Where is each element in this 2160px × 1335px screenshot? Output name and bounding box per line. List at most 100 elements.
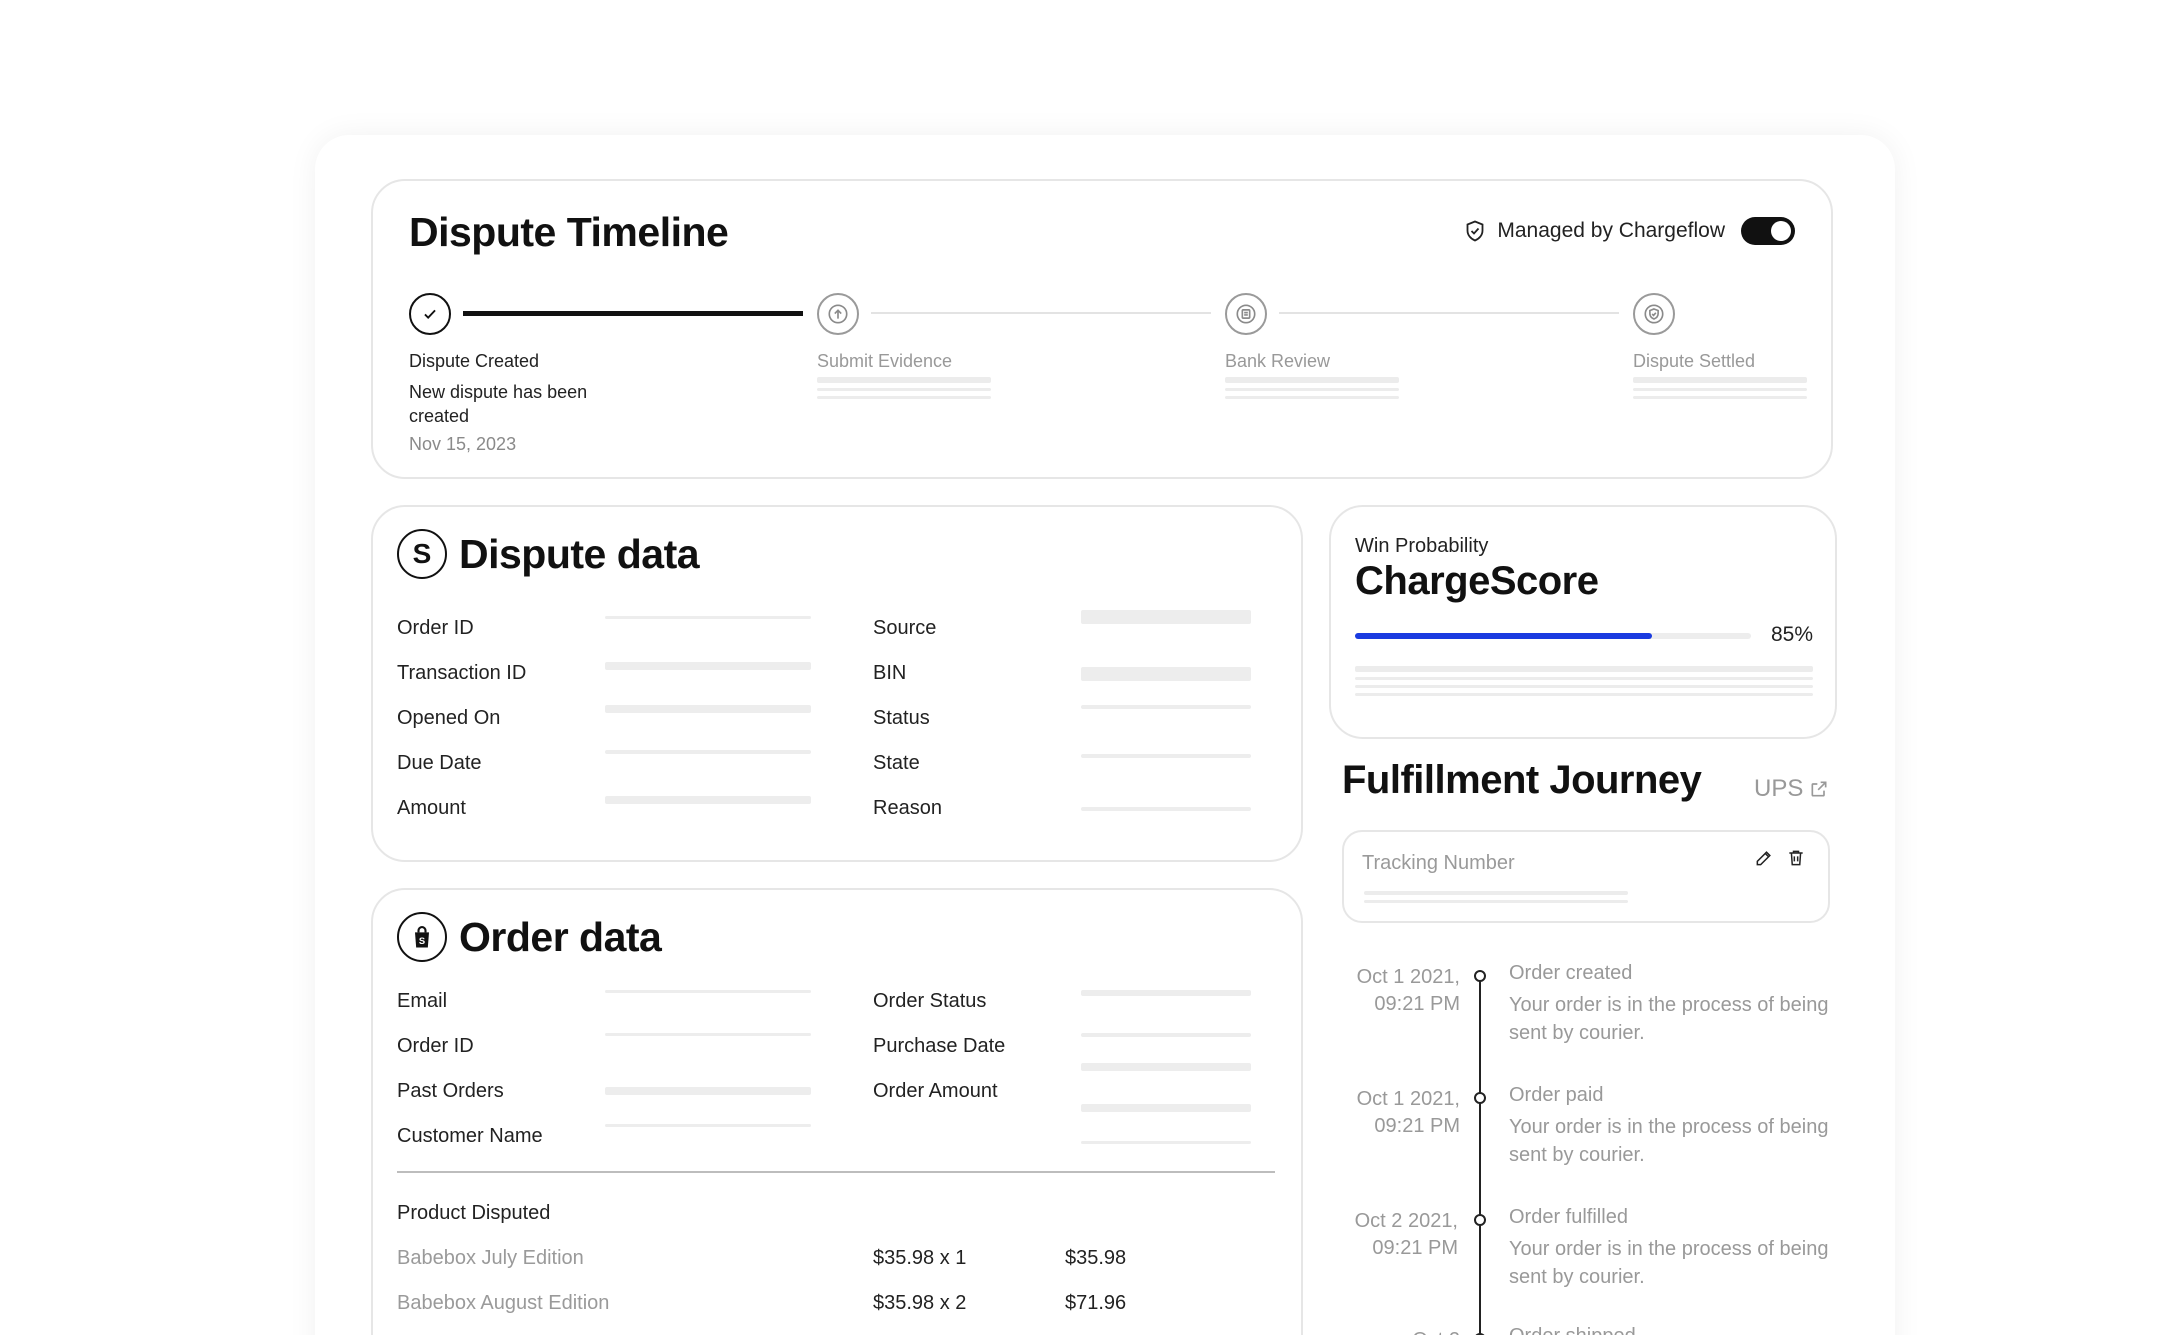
step-label: Bank Review — [1225, 351, 1331, 371]
fulfillment-title: Fulfillment Journey — [1342, 758, 1702, 802]
field-label-opened-on: Opened On — [397, 707, 501, 729]
event-description: Your order is in the process of being se… — [1509, 994, 1829, 1044]
value-placeholder — [605, 1124, 811, 1127]
value-placeholder — [1081, 705, 1251, 709]
timeline-step-submit-evidence: Submit Evidence — [817, 293, 1217, 399]
value-placeholder — [605, 616, 811, 619]
section-divider — [397, 1171, 1275, 1173]
value-placeholder — [1081, 990, 1251, 996]
value-placeholder — [1081, 1063, 1251, 1071]
step-date: Nov 15, 2023 — [409, 434, 517, 454]
value-placeholder — [1081, 754, 1251, 758]
value-placeholder — [605, 990, 811, 993]
step-placeholder — [817, 377, 991, 399]
trash-icon[interactable] — [1786, 848, 1806, 868]
edit-icon[interactable] — [1754, 848, 1774, 868]
dispute-data-title: Dispute data — [459, 530, 700, 577]
event-dot — [1474, 1092, 1486, 1104]
step-placeholder — [1633, 377, 1807, 399]
timeline-step-dispute-created: Dispute Created New dispute has been cre… — [409, 293, 809, 455]
carrier-label: UPS — [1754, 775, 1804, 802]
value-placeholder — [605, 796, 811, 804]
shield-check-icon — [1633, 293, 1675, 335]
chargescore-percent: 85% — [1770, 623, 1813, 646]
product-name: Babebox August Edition — [397, 1292, 610, 1314]
stripe-logo-icon: S — [397, 529, 447, 579]
field-label-bin: BIN — [873, 662, 907, 684]
value-placeholder — [1081, 1033, 1251, 1037]
event-title: Order shipped — [1509, 1325, 1636, 1335]
step-line — [1279, 312, 1619, 314]
field-label-order-id: Order ID — [397, 1035, 474, 1057]
dispute-timeline-card: Dispute Timeline Managed by Chargeflow D… — [371, 179, 1833, 479]
product-total: $71.96 — [1065, 1292, 1127, 1314]
product-unit-price: $35.98 x 1 — [873, 1247, 967, 1269]
journey-timeline-line — [1479, 980, 1481, 1335]
carrier-link[interactable]: UPS — [1754, 775, 1829, 803]
value-placeholder — [1081, 807, 1251, 811]
value-placeholder — [605, 662, 811, 670]
value-placeholder — [1081, 1141, 1251, 1144]
chargescore-card: Win Probability ChargeScore 85% — [1329, 505, 1837, 739]
value-placeholder — [605, 1033, 811, 1036]
tracking-placeholder — [1364, 886, 1628, 903]
value-placeholder — [605, 705, 811, 713]
field-label-state: State — [873, 752, 920, 774]
event-date: Oct 1 2021, 09:21 PM — [1356, 1088, 1460, 1137]
step-label: Dispute Created — [409, 351, 540, 371]
products-disputed-label: Product Disputed — [397, 1202, 551, 1224]
upload-icon — [817, 293, 859, 335]
external-link-icon — [1811, 781, 1827, 797]
event-title: Order fulfilled — [1509, 1206, 1628, 1228]
event-dot — [1474, 970, 1486, 982]
tracking-number-label: Tracking Number — [1362, 852, 1515, 874]
svg-text:S: S — [419, 936, 425, 946]
step-label: Dispute Settled — [1633, 351, 1756, 371]
value-placeholder — [605, 750, 811, 754]
chargescore-progress-fill — [1355, 633, 1652, 639]
chargescore-title: ChargeScore — [1355, 559, 1599, 603]
field-label-transaction-id: Transaction ID — [397, 662, 527, 684]
product-unit-price: $35.98 x 2 — [873, 1292, 967, 1314]
dispute-data-header: S Dispute data — [397, 529, 700, 579]
field-label-customer-name: Customer Name — [397, 1125, 543, 1147]
tracking-number-box: Tracking Number — [1342, 830, 1830, 923]
managed-label: Managed by Chargeflow — [1497, 219, 1725, 242]
timeline-title: Dispute Timeline — [409, 209, 729, 255]
event-date: Oct 2 — [1348, 1327, 1460, 1335]
shopify-bag-icon: S — [397, 912, 447, 962]
order-data-card: S Order data Email Order ID Past Orders … — [371, 888, 1303, 1335]
timeline-step-dispute-settled: Dispute Settled — [1633, 293, 1813, 399]
field-label-email: Email — [397, 990, 448, 1012]
check-icon — [409, 293, 451, 335]
order-data-header: S Order data — [397, 912, 662, 962]
step-line — [871, 312, 1211, 314]
value-placeholder — [1081, 1104, 1251, 1112]
timeline-step-bank-review: Bank Review — [1225, 293, 1625, 399]
field-label-source: Source — [873, 617, 937, 639]
chargescore-placeholder — [1355, 661, 1813, 696]
value-placeholder — [1081, 667, 1251, 681]
dispute-data-card: S Dispute data Order ID Transaction ID O… — [371, 505, 1303, 862]
event-title: Order created — [1509, 962, 1633, 984]
order-data-title: Order data — [459, 913, 662, 960]
document-icon — [1225, 293, 1267, 335]
field-label-order-amount: Order Amount — [873, 1080, 998, 1102]
field-label-status: Status — [873, 707, 930, 729]
value-placeholder — [605, 1087, 811, 1095]
value-placeholder — [1081, 610, 1251, 624]
field-label-order-status: Order Status — [873, 990, 987, 1012]
step-progress-line — [463, 311, 803, 316]
event-title: Order paid — [1509, 1084, 1604, 1106]
product-total: $35.98 — [1065, 1247, 1127, 1269]
tracking-actions — [1754, 848, 1806, 868]
managed-toggle[interactable] — [1741, 217, 1795, 245]
shield-icon — [1466, 220, 1484, 242]
field-label-order-id: Order ID — [397, 617, 474, 639]
field-label-purchase-date: Purchase Date — [873, 1035, 1006, 1057]
chargescore-progress-track — [1355, 633, 1751, 639]
field-label-reason: Reason — [873, 797, 942, 819]
field-label-past-orders: Past Orders — [397, 1080, 504, 1102]
field-label-amount: Amount — [397, 797, 466, 819]
event-description: Your order is in the process of being se… — [1509, 1238, 1829, 1288]
